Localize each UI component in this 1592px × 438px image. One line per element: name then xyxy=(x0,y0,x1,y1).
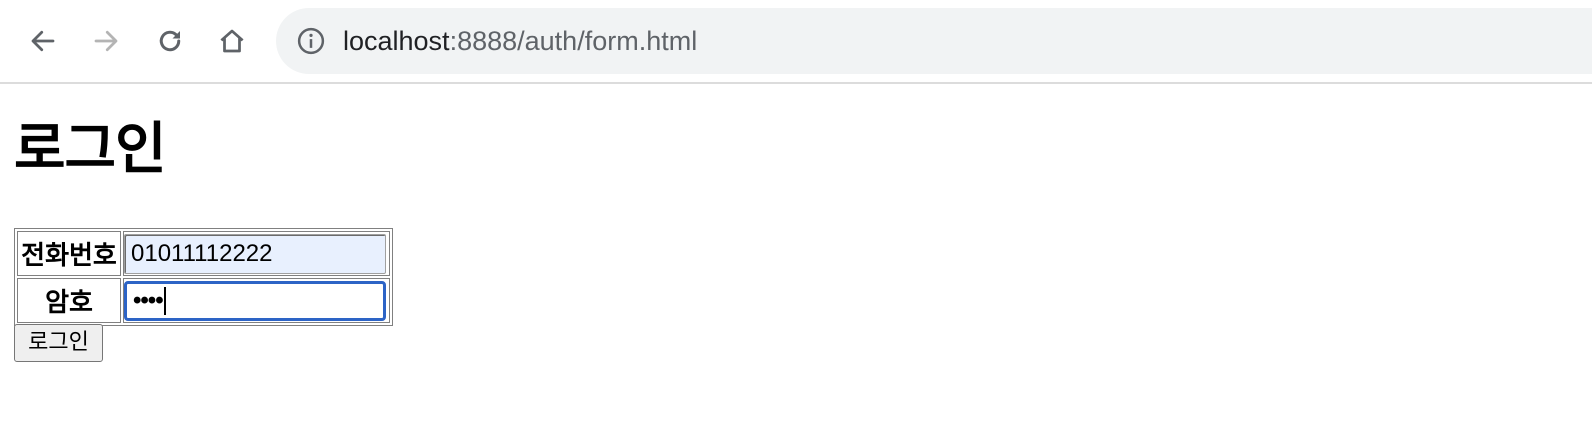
site-info-icon[interactable] xyxy=(296,26,326,56)
phone-input[interactable]: 01011112222 xyxy=(124,233,386,274)
forward-button[interactable] xyxy=(84,19,128,63)
url-text[interactable]: localhost:8888/auth/form.html xyxy=(343,24,697,58)
home-button[interactable] xyxy=(210,19,254,63)
login-form-table: 전화번호 01011112222 암호 •••• xyxy=(14,228,393,326)
phone-row: 전화번호 01011112222 xyxy=(17,231,390,276)
reload-icon xyxy=(159,30,181,52)
reload-button[interactable] xyxy=(148,19,192,63)
password-input[interactable]: •••• xyxy=(124,280,386,321)
phone-value: 01011112222 xyxy=(131,239,273,267)
back-button[interactable] xyxy=(21,19,65,63)
login-button[interactable]: 로그인 xyxy=(14,324,103,362)
address-bar[interactable]: localhost:8888/auth/form.html xyxy=(276,8,1592,74)
forward-icon xyxy=(94,30,118,52)
phone-label: 전화번호 xyxy=(17,231,121,276)
back-icon xyxy=(31,30,55,52)
home-icon xyxy=(220,29,244,53)
url-host: localhost xyxy=(343,26,450,56)
phone-cell: 01011112222 xyxy=(123,231,390,276)
password-row: 암호 •••• xyxy=(17,278,390,323)
page-content: 로그인 전화번호 01011112222 암호 •••• 로그인 xyxy=(14,84,1592,438)
url-path: :8888/auth/form.html xyxy=(449,26,698,56)
page-title: 로그인 xyxy=(14,117,167,182)
password-label: 암호 xyxy=(17,278,121,323)
password-cell: •••• xyxy=(123,278,390,323)
browser-toolbar: localhost:8888/auth/form.html xyxy=(0,0,1592,84)
password-value: •••• xyxy=(133,286,164,314)
text-caret xyxy=(163,286,166,315)
